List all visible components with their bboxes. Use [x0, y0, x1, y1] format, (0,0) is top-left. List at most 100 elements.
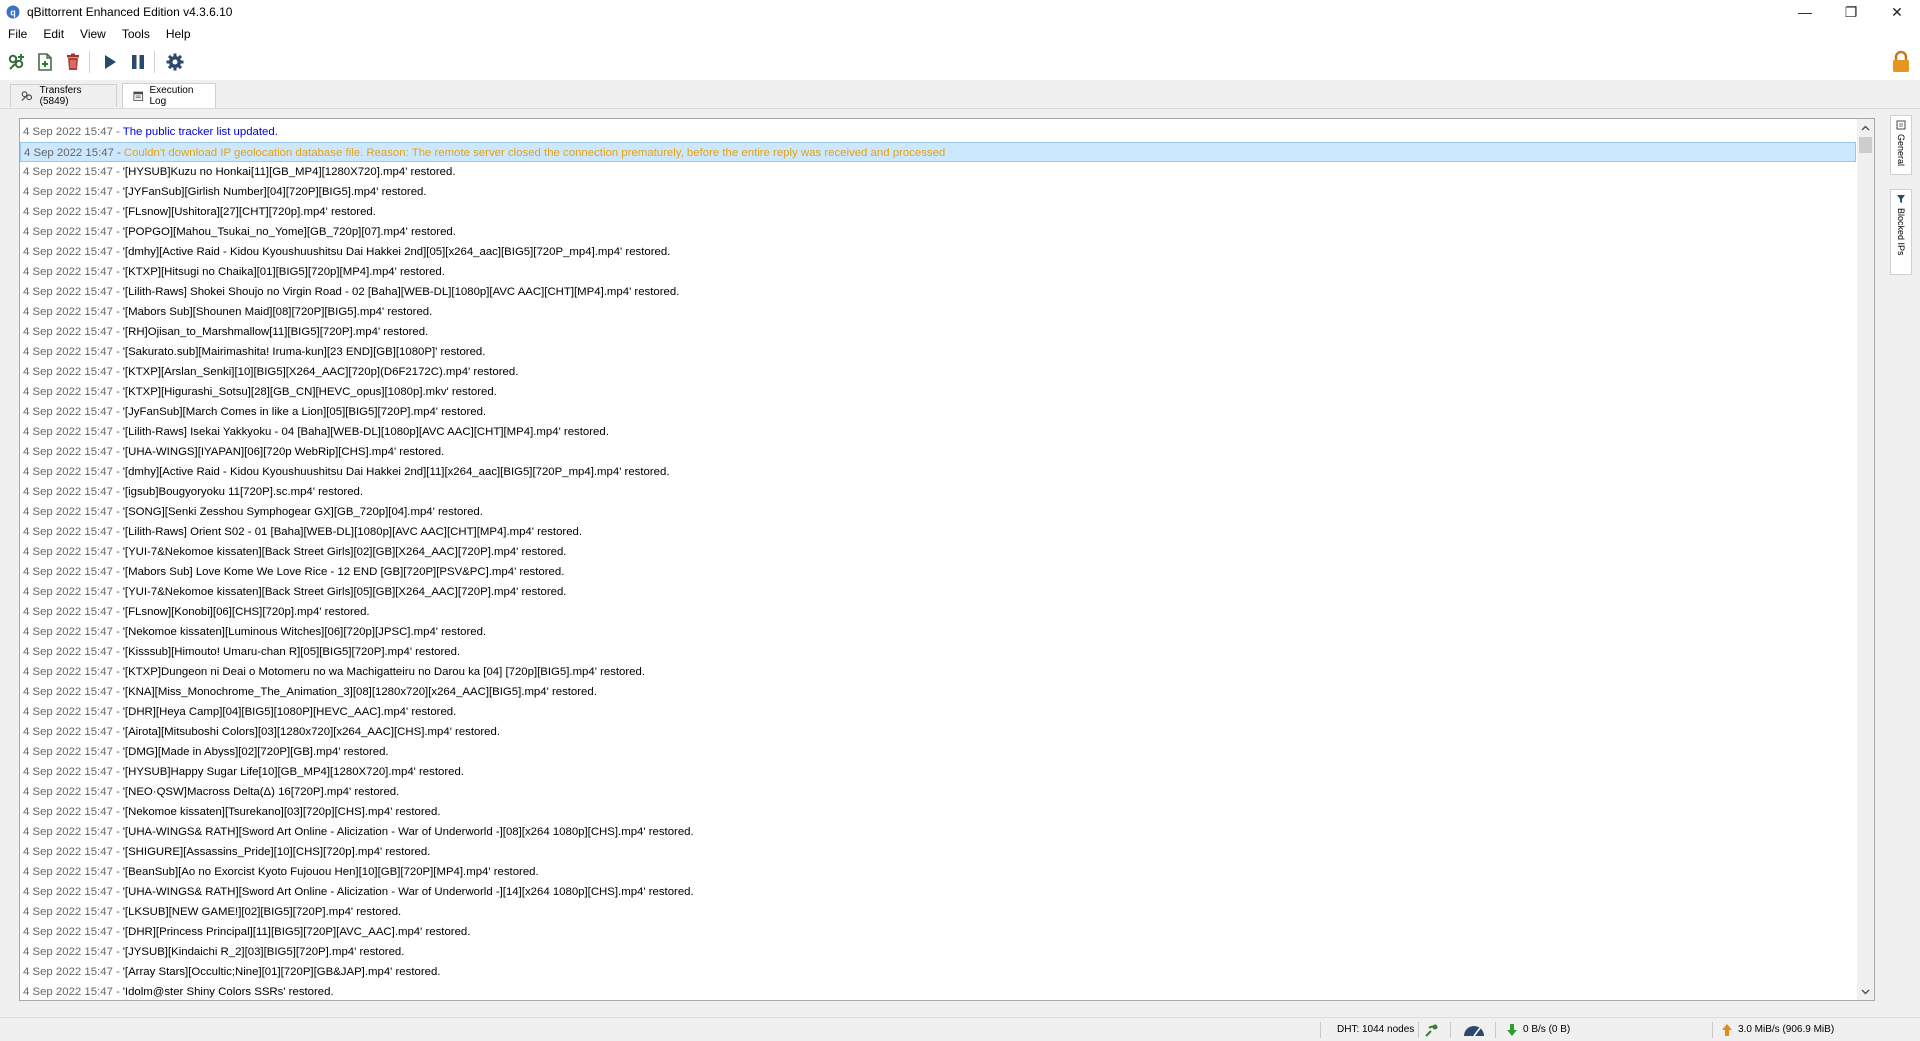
log-row[interactable]: 4 Sep 2022 15:47- '[RH]Ojisan_to_Marshmal… [20, 322, 1856, 342]
log-timestamp: 4 Sep 2022 15:47 [23, 446, 113, 458]
log-message: '[Sakurato.sub][Mairimashita! Iruma-kun]… [122, 346, 486, 358]
log-row[interactable]: 4 Sep 2022 15:47- '[KTXP][Higurashi_Sotsu… [20, 382, 1856, 402]
log-timestamp: 4 Sep 2022 15:47 [23, 546, 113, 558]
execution-log-list[interactable]: 4 Sep 2022 15:47- The public tracker list… [19, 118, 1875, 1001]
menu-edit[interactable]: Edit [35, 24, 72, 44]
delete-button[interactable] [61, 50, 85, 74]
log-row[interactable]: 4 Sep 2022 15:47- '[dmhy][Active Raid - K… [20, 242, 1856, 262]
log-message: '[UHA-WINGS& RATH][Sword Art Online - Al… [122, 826, 694, 838]
tab-transfers[interactable]: Transfers (5849) [10, 84, 117, 107]
log-row[interactable]: 4 Sep 2022 15:47- '[YUI-7&Nekomoe kissate… [20, 542, 1856, 562]
menu-help[interactable]: Help [158, 24, 199, 44]
chevron-down-icon [1861, 989, 1870, 994]
log-message: '[KTXP][Higurashi_Sotsu][28][GB_CN][HEVC… [122, 386, 497, 398]
log-row[interactable]: 4 Sep 2022 15:47- '[HYSUB]Kuzu no Honkai[… [20, 162, 1856, 182]
add-torrent-file-button[interactable] [33, 50, 57, 74]
log-message: '[Lilith-Raws] Orient S02 - 01 [Baha][WE… [122, 526, 583, 538]
log-row[interactable]: 4 Sep 2022 15:47- '[Lilith-Raws] Shokei S… [20, 282, 1856, 302]
log-message: '[KTXP][Arslan_Senki][10][BIG5][X264_AAC… [122, 366, 519, 378]
log-row[interactable]: 4 Sep 2022 15:47- '[HYSUB]Happy Sugar Lif… [20, 762, 1856, 782]
log-row[interactable]: 4 Sep 2022 15:47- '[Airota][Mitsuboshi Co… [20, 722, 1856, 742]
scroll-down-arrow[interactable] [1857, 983, 1874, 1000]
log-row[interactable]: 4 Sep 2022 15:47- '[BeanSub][Ao no Exorci… [20, 862, 1856, 882]
log-separator: - [115, 926, 120, 938]
upload-speed[interactable]: 3.0 MiB/s (906.9 MiB) [1721, 1018, 1834, 1041]
log-row[interactable]: 4 Sep 2022 15:47- '[Array Stars][Occultic… [20, 962, 1856, 982]
log-row[interactable]: 4 Sep 2022 15:47- '[dmhy][Active Raid - K… [20, 462, 1856, 482]
log-timestamp: 4 Sep 2022 15:47 [23, 426, 113, 438]
log-row[interactable]: 4 Sep 2022 15:47- '[SONG][Senki Zesshou S… [20, 502, 1856, 522]
log-row[interactable]: 4 Sep 2022 15:47- 'Idolm@ster Shiny Color… [20, 982, 1856, 1000]
transfers-icon [21, 91, 33, 101]
log-timestamp: 4 Sep 2022 15:47 [23, 486, 113, 498]
status-separator [1712, 1022, 1713, 1038]
menu-file[interactable]: File [0, 24, 35, 44]
log-rows: 4 Sep 2022 15:47- The public tracker list… [20, 122, 1856, 1000]
alt-speed-button[interactable] [1424, 1018, 1440, 1041]
dock-tab-general[interactable]: General [1890, 115, 1912, 175]
log-row[interactable]: 4 Sep 2022 15:47- '[NEO·QSW]Macross Delta… [20, 782, 1856, 802]
log-row[interactable]: 4 Sep 2022 15:47- '[LKSUB][NEW GAME!][02]… [20, 902, 1856, 922]
maximize-button[interactable]: ❐ [1828, 0, 1874, 24]
log-row[interactable]: 4 Sep 2022 15:47- '[UHA-WINGS& RATH][Swor… [20, 882, 1856, 902]
resume-button[interactable] [98, 50, 122, 74]
log-message: '[POPGO][Mahou_Tsukai_no_Yome][GB_720p][… [122, 226, 456, 238]
add-torrent-link-button[interactable] [5, 50, 29, 74]
log-row[interactable]: 4 Sep 2022 15:47- The public tracker list… [20, 122, 1856, 142]
log-row[interactable]: 4 Sep 2022 15:47- '[UHA-WINGS][IYAPAN][06… [20, 442, 1856, 462]
log-row[interactable]: 4 Sep 2022 15:47- '[Nekomoe kissaten][Tsu… [20, 802, 1856, 822]
download-speed[interactable]: 0 B/s (0 B) [1506, 1018, 1570, 1041]
log-row[interactable]: 4 Sep 2022 15:47- '[YUI-7&Nekomoe kissate… [20, 582, 1856, 602]
log-row[interactable]: 4 Sep 2022 15:47- '[JYFanSub][Girlish Num… [20, 182, 1856, 202]
log-row[interactable]: 4 Sep 2022 15:47- '[Mabors Sub] Love Kome… [20, 562, 1856, 582]
log-row[interactable]: 4 Sep 2022 15:47- '[Lilith-Raws] Isekai Y… [20, 422, 1856, 442]
log-row[interactable]: 4 Sep 2022 15:47- '[KNA][Miss_Monochrome_… [20, 682, 1856, 702]
log-row[interactable]: 4 Sep 2022 15:47- '[DMG][Made in Abyss][0… [20, 742, 1856, 762]
log-row[interactable]: 4 Sep 2022 15:47- '[Nekomoe kissaten][Lum… [20, 622, 1856, 642]
log-row[interactable]: 4 Sep 2022 15:47- '[Sakurato.sub][Mairima… [20, 342, 1856, 362]
lock-button[interactable] [1890, 50, 1912, 74]
log-row[interactable]: 4 Sep 2022 15:47- '[JyFanSub][March Comes… [20, 402, 1856, 422]
log-separator: - [115, 626, 120, 638]
log-row[interactable]: 4 Sep 2022 15:47- '[DHR][Princess Princip… [20, 922, 1856, 942]
pause-button[interactable] [126, 50, 150, 74]
log-row[interactable]: 4 Sep 2022 15:47- '[KTXP]Dungeon ni Deai … [20, 662, 1856, 682]
log-row[interactable]: 4 Sep 2022 15:47- '[KTXP][Hitsugi no Chai… [20, 262, 1856, 282]
menu-view[interactable]: View [72, 24, 114, 44]
log-message: '[LKSUB][NEW GAME!][02][BIG5][720P].mp4'… [122, 906, 402, 918]
log-separator: - [115, 946, 120, 958]
log-row[interactable]: 4 Sep 2022 15:47- '[FLsnow][Ushitora][27]… [20, 202, 1856, 222]
log-row[interactable]: 4 Sep 2022 15:47- '[igsub]Bougyoryoku 11[… [20, 482, 1856, 502]
log-separator: - [115, 726, 120, 738]
log-message: '[Lilith-Raws] Isekai Yakkyoku - 04 [Bah… [122, 426, 609, 438]
log-row[interactable]: 4 Sep 2022 15:47- '[POPGO][Mahou_Tsukai_n… [20, 222, 1856, 242]
dht-status: DHT: 1044 nodes [1337, 1024, 1415, 1035]
log-row[interactable]: 4 Sep 2022 15:47- '[DHR][Heya Camp][04][B… [20, 702, 1856, 722]
log-row[interactable]: 4 Sep 2022 15:47- '[Lilith-Raws] Orient S… [20, 522, 1856, 542]
log-row[interactable]: 4 Sep 2022 15:47- '[Kisssub][Himouto! Uma… [20, 642, 1856, 662]
download-speed-text: 0 B/s (0 B) [1523, 1024, 1571, 1035]
scroll-thumb[interactable] [1859, 137, 1872, 153]
dock-tab-blocked-ips[interactable]: Blocked IPs [1890, 189, 1912, 275]
options-button[interactable] [163, 50, 187, 74]
tab-execution-log[interactable]: Execution Log [122, 83, 216, 108]
log-row[interactable]: 4 Sep 2022 15:47- '[FLsnow][Konobi][06][C… [20, 602, 1856, 622]
minimize-button[interactable]: — [1782, 0, 1828, 24]
log-row[interactable]: 4 Sep 2022 15:47- '[SHIGURE][Assassins_Pr… [20, 842, 1856, 862]
speed-limits-button[interactable] [1462, 1018, 1486, 1041]
main-tabs: Transfers (5849) Execution Log [0, 80, 1920, 109]
dock-tab-general-label: General [1896, 134, 1906, 167]
menu-tools[interactable]: Tools [114, 24, 158, 44]
log-row[interactable]: 4 Sep 2022 15:47- '[Mabors Sub][Shounen M… [20, 302, 1856, 322]
log-row[interactable]: 4 Sep 2022 15:47- '[KTXP][Arslan_Senki][1… [20, 362, 1856, 382]
scroll-up-arrow[interactable] [1857, 119, 1874, 136]
log-row[interactable]: 4 Sep 2022 15:47- '[JYSUB][Kindaichi R_2]… [20, 942, 1856, 962]
log-message: '[KNA][Miss_Monochrome_The_Animation_3][… [122, 686, 597, 698]
log-separator: - [115, 286, 120, 298]
log-vertical-scrollbar[interactable] [1857, 119, 1874, 1000]
log-timestamp: 4 Sep 2022 15:47 [23, 706, 113, 718]
log-separator: - [115, 566, 120, 578]
log-row[interactable]: 4 Sep 2022 15:47- Couldn't download IP ge… [20, 142, 1856, 162]
log-row[interactable]: 4 Sep 2022 15:47- '[UHA-WINGS& RATH][Swor… [20, 822, 1856, 842]
close-button[interactable]: ✕ [1874, 0, 1920, 24]
